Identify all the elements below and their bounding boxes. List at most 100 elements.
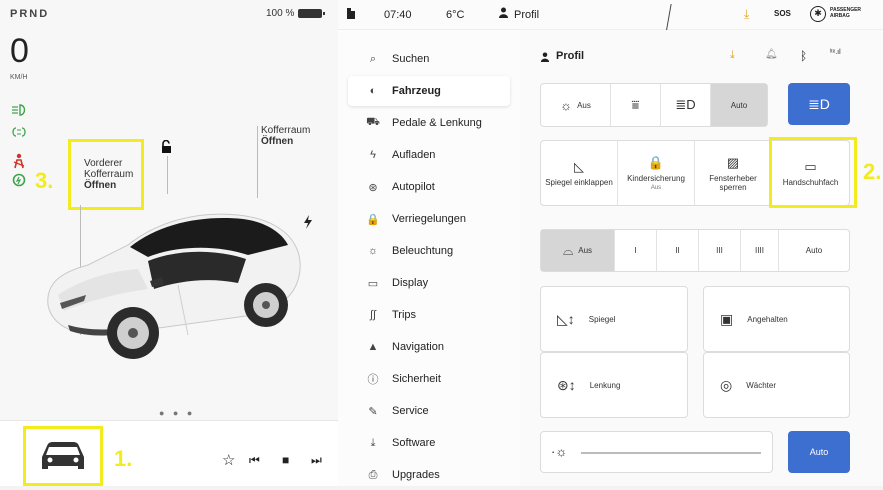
tesla-screen: PRND 100 % 0 KM/H 3. Vorderer Kofferraum… — [0, 0, 883, 486]
wiper-option-label: III — [716, 246, 723, 255]
battery-icon — [298, 9, 326, 18]
callout-number-1: 1. — [114, 446, 133, 471]
wiper-option-2[interactable]: II — [657, 230, 699, 271]
wiper-option-5[interactable]: Auto — [779, 230, 849, 271]
car-icon — [42, 442, 84, 469]
navigation-icon: ▲ — [367, 341, 379, 353]
wiper-option-4[interactable]: IIII — [741, 230, 779, 271]
download-icon: ⤓ — [370, 436, 376, 449]
wiper-option-label: Auto — [805, 246, 823, 255]
sun-icon: ☼ — [367, 245, 379, 257]
sentry-button[interactable]: ◎ Wächter — [703, 352, 850, 418]
menu-item-trips[interactable]: ∫∫ Trips — [348, 300, 510, 330]
front-trunk-label-line1: Vorderer — [84, 158, 123, 169]
callout-number-2: 2. — [863, 159, 882, 184]
menu-item-aufladen[interactable]: ϟ Aufladen — [348, 140, 510, 170]
lights-option-1[interactable]: ⩸ — [611, 84, 661, 126]
menu-item-fahrzeug[interactable]: ◐ Fahrzeug — [348, 76, 510, 106]
lights-option-2[interactable]: ≣D — [661, 84, 711, 126]
menu-item-sicherheit[interactable]: ⓘ Sicherheit — [348, 364, 510, 394]
sun-icon: ☼ — [560, 97, 573, 113]
window-lock-icon: ▨ — [726, 154, 740, 170]
wiper-option-0[interactable]: ⌓ Aus — [541, 230, 615, 271]
car-controls-button[interactable] — [23, 426, 103, 486]
update-icon[interactable]: ⤓ — [730, 49, 735, 62]
menu-item-label: Sicherheit — [392, 373, 441, 385]
profile-header-label: Profil — [556, 50, 585, 62]
safety-icon: ⓘ — [367, 374, 379, 386]
mirror-button[interactable]: ◺ Spiegel einklappen — [541, 141, 618, 205]
wrench-icon: ✎ — [368, 405, 378, 418]
brightness-auto-button[interactable]: Auto — [788, 431, 850, 473]
next-track-icon[interactable]: ⏭ — [311, 453, 322, 468]
battery-indicator: 100 % — [266, 8, 326, 19]
rear-trunk-label-line1: Kofferraum — [261, 125, 311, 136]
menu-item-label: Service — [392, 405, 429, 417]
wipers-segmented-control: ⌓ Aus I II III IIII Auto — [540, 229, 850, 272]
wiper-option-3[interactable]: III — [699, 230, 741, 271]
wiper-option-1[interactable]: I — [615, 230, 657, 271]
display-icon: ▭ — [367, 277, 379, 290]
menu-item-beleuchtung[interactable]: ☼ Beleuchtung — [348, 236, 510, 266]
menu-item-suchen[interactable]: ⌕ Suchen — [348, 44, 510, 74]
bluetooth-icon[interactable]: ᛒ — [800, 49, 807, 63]
menu-item-label: Autopilot — [392, 181, 435, 193]
low-beam-icon: ≣D — [675, 97, 696, 112]
tile-label: Lenkung — [589, 380, 621, 390]
lights-option-0[interactable]: ☼ Aus — [541, 84, 611, 126]
gear-selector-indicator: PRND — [10, 8, 50, 20]
menu-item-label: Trips — [392, 309, 417, 321]
mirror-adjust-button[interactable]: ◺↕ Spiegel — [540, 286, 688, 352]
tile-label: Angehalten — [747, 314, 788, 324]
stop-icon[interactable]: ■ — [282, 453, 289, 467]
driver-profile-button[interactable]: Profil — [514, 9, 539, 21]
menu-item-display[interactable]: ▭ Display — [348, 268, 510, 298]
bell-icon[interactable]: 🔔︎ — [765, 49, 778, 60]
brightness-slider[interactable]: ·☼ — [540, 431, 773, 473]
dashcam-button[interactable]: ▣ Angehalten — [703, 286, 850, 352]
mirror-icon: ◺ — [574, 159, 584, 174]
menu-item-autopilot[interactable]: ⊛ Autopilot — [348, 172, 510, 202]
child-lock-icon: 🔒 — [647, 155, 665, 170]
airbag-icon: ✱ — [810, 6, 826, 22]
brightness-track[interactable] — [581, 452, 761, 454]
menu-item-label: Upgrades — [392, 469, 440, 481]
child-lock-button[interactable]: 🔒 Kindersicherung Aus — [618, 141, 695, 205]
previous-track-icon[interactable]: ⏮ — [249, 453, 260, 468]
battery-percent: 100 % — [266, 8, 295, 19]
software-update-icon[interactable]: ⤓ — [744, 7, 749, 22]
search-icon: ⌕ — [369, 52, 377, 65]
rear-trunk-open-button[interactable]: Kofferraum Öffnen — [261, 125, 310, 147]
action-label: Kindersicherung — [627, 174, 685, 183]
menu-item-label: Suchen — [392, 53, 430, 65]
menu-item-label: Verriegelungen — [392, 213, 467, 225]
menu-item-verriegelungen[interactable]: 🔒 Verriegelungen — [348, 204, 510, 234]
low-beam-telltale-icon — [10, 104, 28, 118]
favorite-star-icon[interactable]: ☆ — [222, 451, 235, 469]
headlight-icon: ≣D — [808, 95, 830, 112]
passenger-airbag-status: PASSENGER AIRBAG — [830, 7, 861, 19]
action-sublabel: Aus — [650, 185, 662, 191]
regen-status-icon — [10, 173, 28, 187]
menu-item-pedale-lenkung[interactable]: ⛟ Pedale & Lenkung — [348, 108, 510, 138]
lights-option-3[interactable]: Auto — [711, 84, 767, 126]
menu-item-navigation[interactable]: ▲ Navigation — [348, 332, 510, 362]
key-card-icon — [346, 7, 356, 23]
wiper-option-label: Aus — [578, 246, 593, 255]
sos-button[interactable]: SOS — [774, 9, 791, 18]
headlights-button[interactable]: ≣D — [788, 83, 850, 125]
page-indicator[interactable]: ● ● ● — [159, 408, 195, 418]
menu-item-label: Navigation — [392, 341, 444, 353]
steering-adjust-button[interactable]: ⊛↕ Lenkung — [540, 352, 688, 418]
brightness-sun-icon: ·☼ — [551, 444, 568, 459]
wiper-icon: ⌓ — [562, 242, 574, 258]
menu-item-service[interactable]: ✎ Service — [348, 396, 510, 426]
menu-item-software[interactable]: ⤓ Software — [348, 428, 510, 458]
wiper-option-label: IIII — [755, 246, 764, 255]
steering-wheel-icon: ⊛ — [368, 181, 378, 194]
action-label: Fensterheber sperren — [709, 173, 757, 192]
bag-icon: ⎙ — [368, 468, 378, 481]
wiper-option-label: I — [634, 246, 637, 255]
bolt-icon: ϟ — [370, 149, 376, 161]
window-lock-button[interactable]: ▨ Fensterheber sperren — [695, 141, 772, 205]
